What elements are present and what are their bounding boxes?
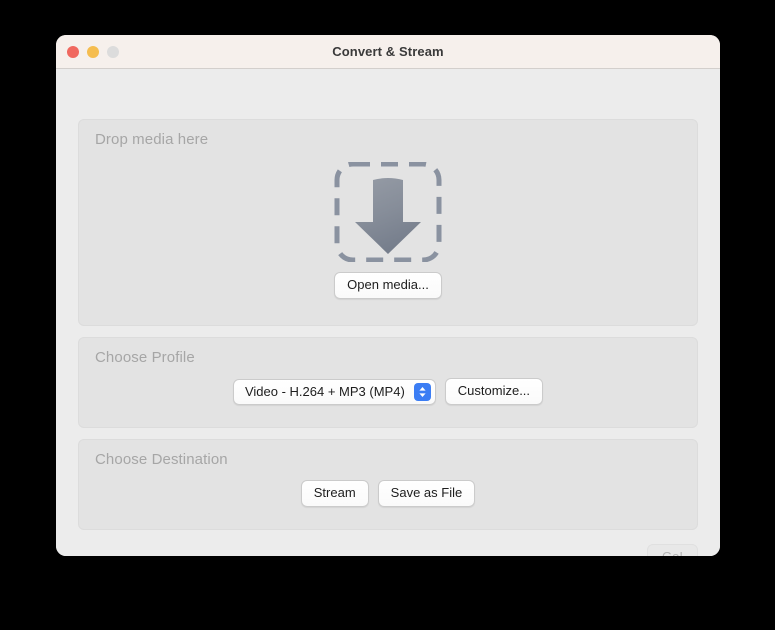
- traffic-light-group: [67, 46, 119, 58]
- save-as-file-button[interactable]: Save as File: [377, 480, 476, 507]
- zoom-button[interactable]: [107, 46, 119, 58]
- drop-media-group: Drop media here Open media...: [78, 119, 698, 326]
- window-titlebar: Convert & Stream: [56, 35, 720, 69]
- dropzone-wrap: Open media...: [79, 162, 697, 299]
- window-body: Drop media here Open media... Choose Pro…: [56, 69, 720, 556]
- minimize-button[interactable]: [87, 46, 99, 58]
- open-media-button[interactable]: Open media...: [334, 272, 442, 299]
- drop-media-title: Drop media here: [95, 131, 209, 148]
- choose-destination-title: Choose Destination: [95, 451, 228, 468]
- go-button[interactable]: Go!: [647, 544, 698, 556]
- media-dropzone[interactable]: [333, 162, 443, 262]
- customize-button[interactable]: Customize...: [444, 378, 544, 405]
- stream-button[interactable]: Stream: [300, 480, 369, 507]
- choose-profile-group: Choose Profile Video - H.264 + MP3 (MP4)…: [78, 337, 698, 428]
- screen: Convert & Stream Drop media here Open me…: [0, 0, 775, 630]
- destination-controls-row: Stream Save as File: [79, 480, 697, 507]
- convert-and-stream-window: Convert & Stream Drop media here Open me…: [56, 35, 720, 556]
- profile-popup-button[interactable]: Video - H.264 + MP3 (MP4): [232, 378, 436, 405]
- choose-profile-title: Choose Profile: [95, 349, 195, 366]
- download-arrow-icon: [334, 162, 442, 262]
- profile-controls-row: Video - H.264 + MP3 (MP4) Customize...: [79, 378, 697, 405]
- close-button[interactable]: [67, 46, 79, 58]
- chevron-up-down-icon: [413, 382, 431, 401]
- choose-destination-group: Choose Destination Stream Save as File: [78, 439, 698, 530]
- window-title: Convert & Stream: [332, 44, 444, 59]
- profile-popup-label: Video - H.264 + MP3 (MP4): [244, 383, 405, 399]
